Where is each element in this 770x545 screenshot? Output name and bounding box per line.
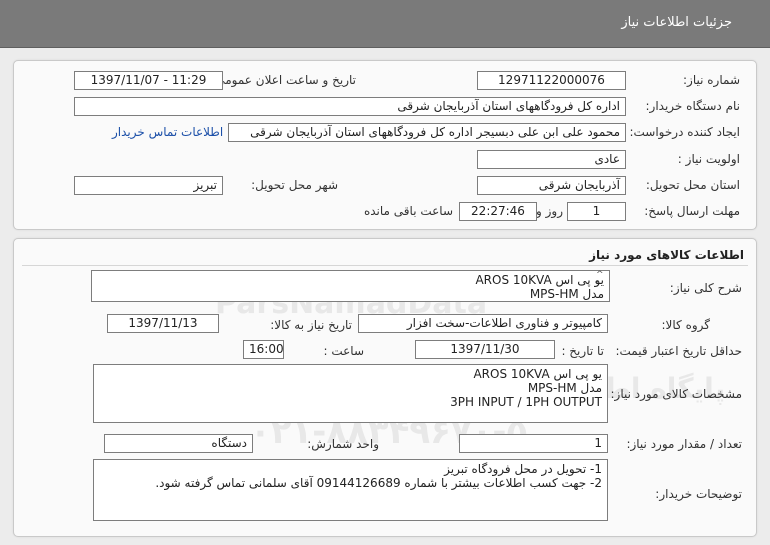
unit-label: واحد شمارش:: [307, 437, 379, 451]
until-date-label: تا تاریخ :: [561, 344, 604, 358]
section-divider: [22, 265, 748, 266]
specs-line-1: یو پی اس AROS 10KVA: [473, 367, 602, 381]
goods-group-field: کامپیوتر و فناوری اطلاعات-سخت افزار: [358, 314, 608, 333]
general-desc-line-1: یو پی اس AROS 10KVA: [475, 273, 604, 287]
goods-group-label: گروه کالا:: [661, 318, 711, 332]
unit-field: دستگاه: [104, 434, 253, 453]
delivery-city-label: شهر محل تحویل:: [251, 178, 338, 192]
buyer-contact-link[interactable]: اطلاعات تماس خریدار: [112, 125, 223, 139]
expand-icon[interactable]: ^ -: [596, 271, 604, 287]
goods-specs-field: یو پی اس AROS 10KVA مدل MPS-HM 3PH INPUT…: [93, 364, 608, 423]
delivery-province-field: آذربایجان شرقی: [477, 176, 626, 195]
need-date-field: 1397/11/13: [107, 314, 219, 333]
until-date-field: 1397/11/30: [415, 340, 555, 359]
buyer-org-label: نام دستگاه خریدار:: [645, 99, 741, 113]
general-desc-field: یو پی اس AROS 10KVA مدل MPS-HM: [91, 270, 610, 302]
requester-label: ایجاد کننده درخواست:: [629, 125, 740, 139]
general-desc-label: شرح کلی نیاز:: [669, 281, 742, 295]
announce-datetime-field: 1397/11/07 - 11:29: [74, 71, 223, 90]
delivery-city-field: تبریز: [74, 176, 223, 195]
goods-specs-label: مشخصات کالای مورد نیاز:: [610, 387, 742, 401]
goods-section-title: اطلاعات کالاهای مورد نیاز: [589, 248, 744, 262]
page-title: جزئیات اطلاعات نیاز: [621, 15, 732, 30]
need-number-field: 12971122000076: [477, 71, 626, 90]
title-bar: جزئیات اطلاعات نیاز: [0, 0, 770, 48]
price-validity-label: حداقل تاریخ اعتبار قیمت:: [615, 344, 742, 358]
buyer-notes-line-2: 2- جهت کسب اطلاعات بیشتر با شماره 091441…: [155, 476, 602, 490]
general-desc-line-2: مدل MPS-HM: [529, 287, 604, 301]
requester-field: محمود علی ابن علی دبسیجر اداره کل فرودگا…: [228, 123, 626, 142]
hour-label: ساعت :: [323, 344, 364, 358]
quantity-label: تعداد / مقدار مورد نیاز:: [626, 437, 742, 451]
specs-line-2: مدل MPS-HM: [527, 381, 602, 395]
buyer-notes-label: توضیحات خریدار:: [655, 487, 742, 501]
need-date-label: تاریخ نیاز به کالا:: [270, 318, 352, 332]
priority-field: عادی: [477, 150, 626, 169]
days-word: روز و: [536, 204, 563, 218]
buyer-notes-field: 1- تحویل در محل فرودگاه تبریز 2- جهت کسب…: [93, 459, 608, 521]
quantity-field: 1: [459, 434, 608, 453]
response-deadline-label: مهلت ارسال پاسخ:: [644, 204, 740, 218]
delivery-province-label: استان محل تحویل:: [645, 178, 740, 192]
buyer-notes-line-1: 1- تحویل در محل فرودگاه تبریز: [444, 462, 602, 476]
deadline-time-field: 22:27:46: [459, 202, 537, 221]
buyer-org-field: اداره کل فرودگاههای استان آذربایجان شرقی: [74, 97, 626, 116]
priority-label: اولویت نیاز :: [677, 152, 740, 166]
deadline-days-field: 1: [567, 202, 626, 221]
need-number-label: شماره نیاز:: [683, 73, 740, 87]
remaining-time-label: ساعت باقی مانده: [363, 204, 453, 218]
specs-line-3: 3PH INPUT / 1PH OUTPUT: [450, 395, 602, 409]
announce-datetime-label: تاریخ و ساعت اعلان عمومی:: [211, 73, 356, 87]
hour-field: 16:00: [243, 340, 284, 359]
